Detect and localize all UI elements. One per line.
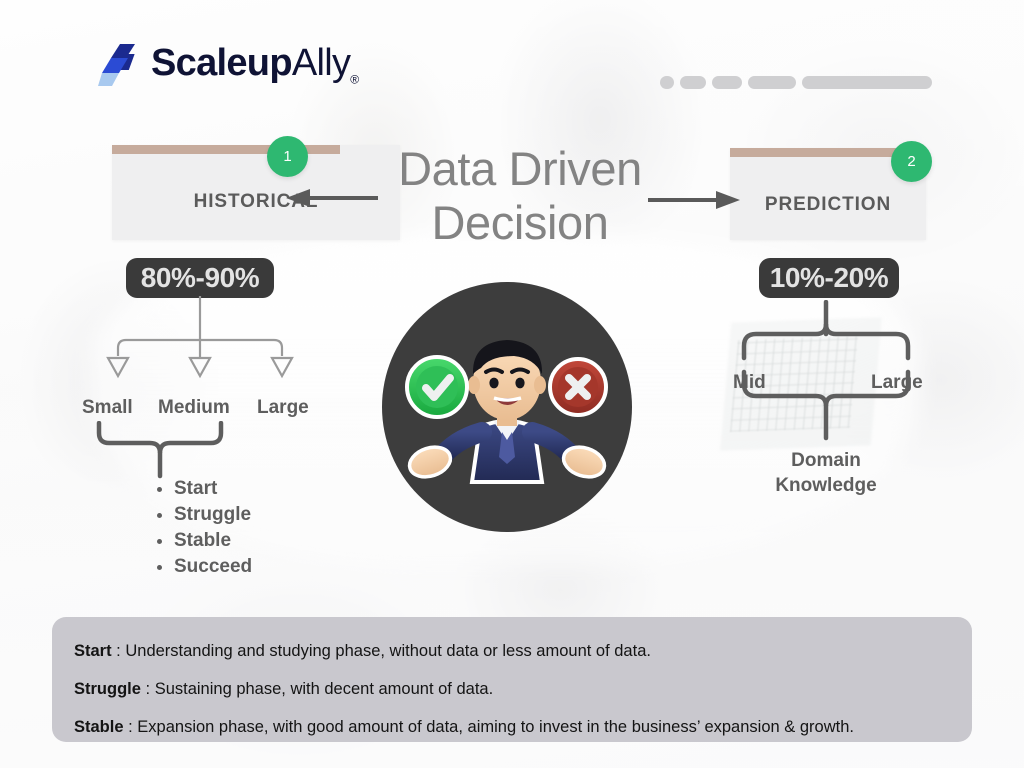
legend-description: Sustaining phase, with decent amount of …: [154, 680, 494, 698]
prediction-card-accent-bar: [730, 148, 901, 157]
prediction-percentage-pill: 10%-20%: [759, 258, 899, 298]
tier-label-small: Small: [82, 397, 133, 418]
progress-bar-4: [748, 76, 796, 89]
tier-label-mid: Mid: [733, 372, 766, 393]
infographic-slide: ScaleupAlly® HISTORICAL 1 PREDICTION 2 D…: [0, 0, 1024, 768]
brand-name-light: Ally: [291, 42, 351, 85]
step-badge-1: 1: [267, 136, 308, 177]
legend-row: Struggle : Sustaining phase, with decent…: [74, 670, 950, 708]
progress-indicator-bars: [660, 76, 932, 89]
legend-row: Stable : Expansion phase, with good amou…: [74, 708, 950, 746]
legend-row: Start : Understanding and studying phase…: [74, 632, 950, 670]
domain-knowledge-line-2: Knowledge: [775, 475, 877, 496]
phase-list-item: Start: [174, 476, 252, 502]
progress-bar-3: [712, 76, 742, 89]
step-badge-2-number: 2: [907, 153, 916, 170]
prediction-card-label: PREDICTION: [764, 194, 892, 215]
phase-list-item: Succeed: [174, 554, 252, 580]
domain-knowledge-caption: Domain Knowledge: [736, 448, 916, 498]
brand-name-bold: Scaleup: [151, 42, 293, 85]
businessman-weighing-options-illustration: [382, 282, 632, 532]
left-grouping-brace: [96, 421, 224, 479]
legend-separator: :: [140, 680, 155, 698]
tier-label-large-right: Large: [871, 372, 923, 393]
tier-label-large: Large: [257, 397, 309, 418]
progress-bar-2: [680, 76, 706, 89]
phase-list: Start Struggle Stable Succeed: [150, 476, 252, 580]
legend-term: Stable: [74, 718, 124, 736]
registered-mark: ®: [350, 72, 359, 87]
left-branch-connector: [106, 296, 294, 379]
legend-term: Start: [74, 642, 112, 660]
legend-separator: :: [111, 642, 126, 660]
scaleupally-chevron-logo-icon: [98, 44, 135, 86]
step-badge-2: 2: [891, 141, 932, 182]
tier-label-medium: Medium: [158, 397, 230, 418]
legend-term: Struggle: [74, 680, 141, 698]
phase-list-item: Struggle: [174, 502, 252, 528]
historical-percentage-value: 80%-90%: [140, 262, 260, 293]
prediction-percentage-value: 10%-20%: [769, 262, 889, 293]
phase-list-item: Stable: [174, 528, 252, 554]
progress-bar-1: [660, 76, 674, 89]
arrow-pointing-left-icon: [286, 189, 378, 207]
legend-separator: :: [123, 718, 138, 736]
hero-illustration-svg: [405, 340, 608, 484]
step-badge-1-number: 1: [283, 148, 292, 165]
brand-wordmark: ScaleupAlly®: [151, 42, 359, 87]
legend-description: Expansion phase, with good amount of dat…: [137, 718, 854, 736]
legend-panel: Start : Understanding and studying phase…: [52, 617, 972, 742]
arrow-pointing-right-icon: [648, 191, 740, 209]
legend-description: Understanding and studying phase, withou…: [125, 642, 651, 660]
historical-percentage-pill: 80%-90%: [126, 258, 274, 298]
progress-bar-5: [802, 76, 932, 89]
domain-knowledge-line-1: Domain: [791, 450, 861, 471]
brand-logo[interactable]: ScaleupAlly®: [98, 42, 359, 88]
